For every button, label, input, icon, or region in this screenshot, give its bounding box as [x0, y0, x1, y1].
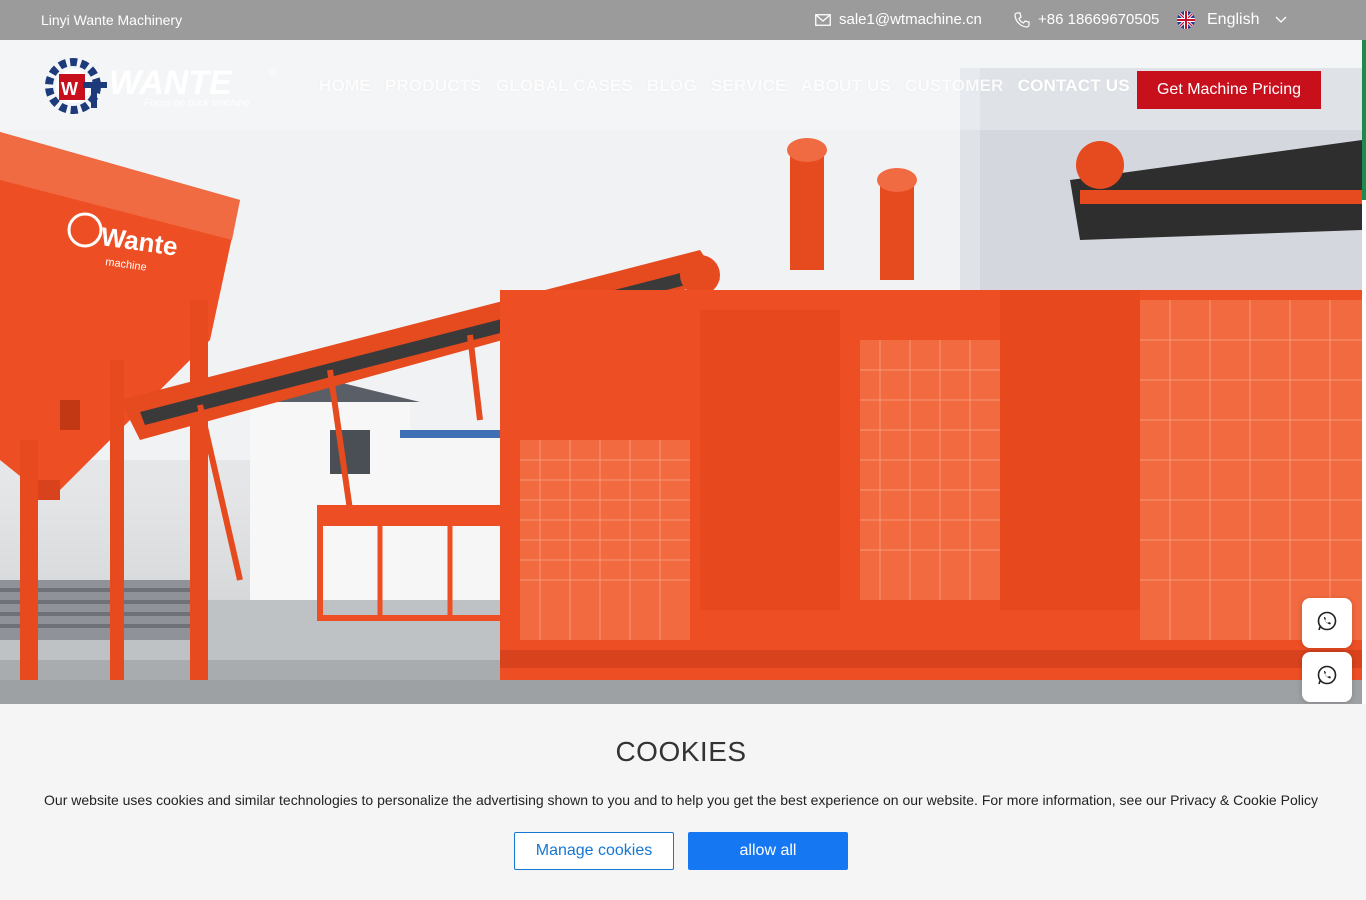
phone-link[interactable]: +86 18669670505 — [1014, 11, 1159, 28]
uk-flag-icon — [1177, 11, 1195, 29]
manage-cookies-button[interactable]: Manage cookies — [514, 832, 674, 870]
whatsapp-icon — [1316, 610, 1338, 637]
svg-text:Focus on brick machine: Focus on brick machine — [144, 98, 250, 109]
email-link[interactable]: sale1@wtmachine.cn — [815, 11, 982, 28]
hero-banner: Wante machine — [0, 40, 1362, 704]
company-name: Linyi Wante Machinery — [41, 12, 183, 28]
wante-logo[interactable]: W WANTE ® Focus on brick machine — [41, 54, 283, 118]
nav-about-us[interactable]: ABOUT US — [801, 76, 891, 96]
cookie-text: Our website uses cookies and similar tec… — [44, 792, 1318, 808]
phone-icon — [1014, 11, 1030, 28]
cookie-title: COOKIES — [615, 736, 747, 767]
nav-service[interactable]: SERVICE — [711, 76, 787, 96]
mail-icon — [815, 13, 831, 26]
nav-home[interactable]: HOME — [319, 76, 371, 96]
main-nav: HOME PRODUCTS GLOBAL CASES BLOG SERVICE … — [319, 76, 1130, 96]
nav-blog[interactable]: BLOG — [647, 76, 697, 96]
nav-customer[interactable]: CUSTOMER — [905, 76, 1004, 96]
nav-contact-us[interactable]: CONTACT US — [1018, 76, 1130, 96]
language-label: English — [1207, 11, 1260, 28]
whatsapp-button-2[interactable] — [1302, 652, 1352, 702]
chevron-down-icon — [1275, 16, 1287, 24]
top-bar: Linyi Wante Machinery sale1@wtmachine.cn… — [0, 0, 1366, 40]
whatsapp-icon — [1316, 664, 1338, 691]
svg-text:WANTE: WANTE — [109, 64, 233, 102]
svg-text:W: W — [61, 79, 78, 99]
brick-machine-photo: Wante machine — [0, 40, 1362, 704]
whatsapp-button-1[interactable] — [1302, 598, 1352, 648]
nav-global-cases[interactable]: GLOBAL CASES — [496, 76, 633, 96]
phone-text: +86 18669670505 — [1038, 11, 1160, 28]
site-header: W WANTE ® Focus on brick machine HOME PR… — [0, 40, 1362, 130]
cookie-banner: COOKIES Our website uses cookies and sim… — [0, 704, 1366, 900]
email-text: sale1@wtmachine.cn — [839, 11, 982, 28]
allow-all-button[interactable]: allow all — [688, 832, 848, 870]
get-machine-pricing-button[interactable]: Get Machine Pricing — [1137, 71, 1321, 109]
svg-text:®: ® — [269, 67, 277, 79]
nav-products[interactable]: PRODUCTS — [385, 76, 482, 96]
language-selector[interactable]: English — [1177, 11, 1287, 29]
scroll-indicator — [1362, 40, 1366, 200]
